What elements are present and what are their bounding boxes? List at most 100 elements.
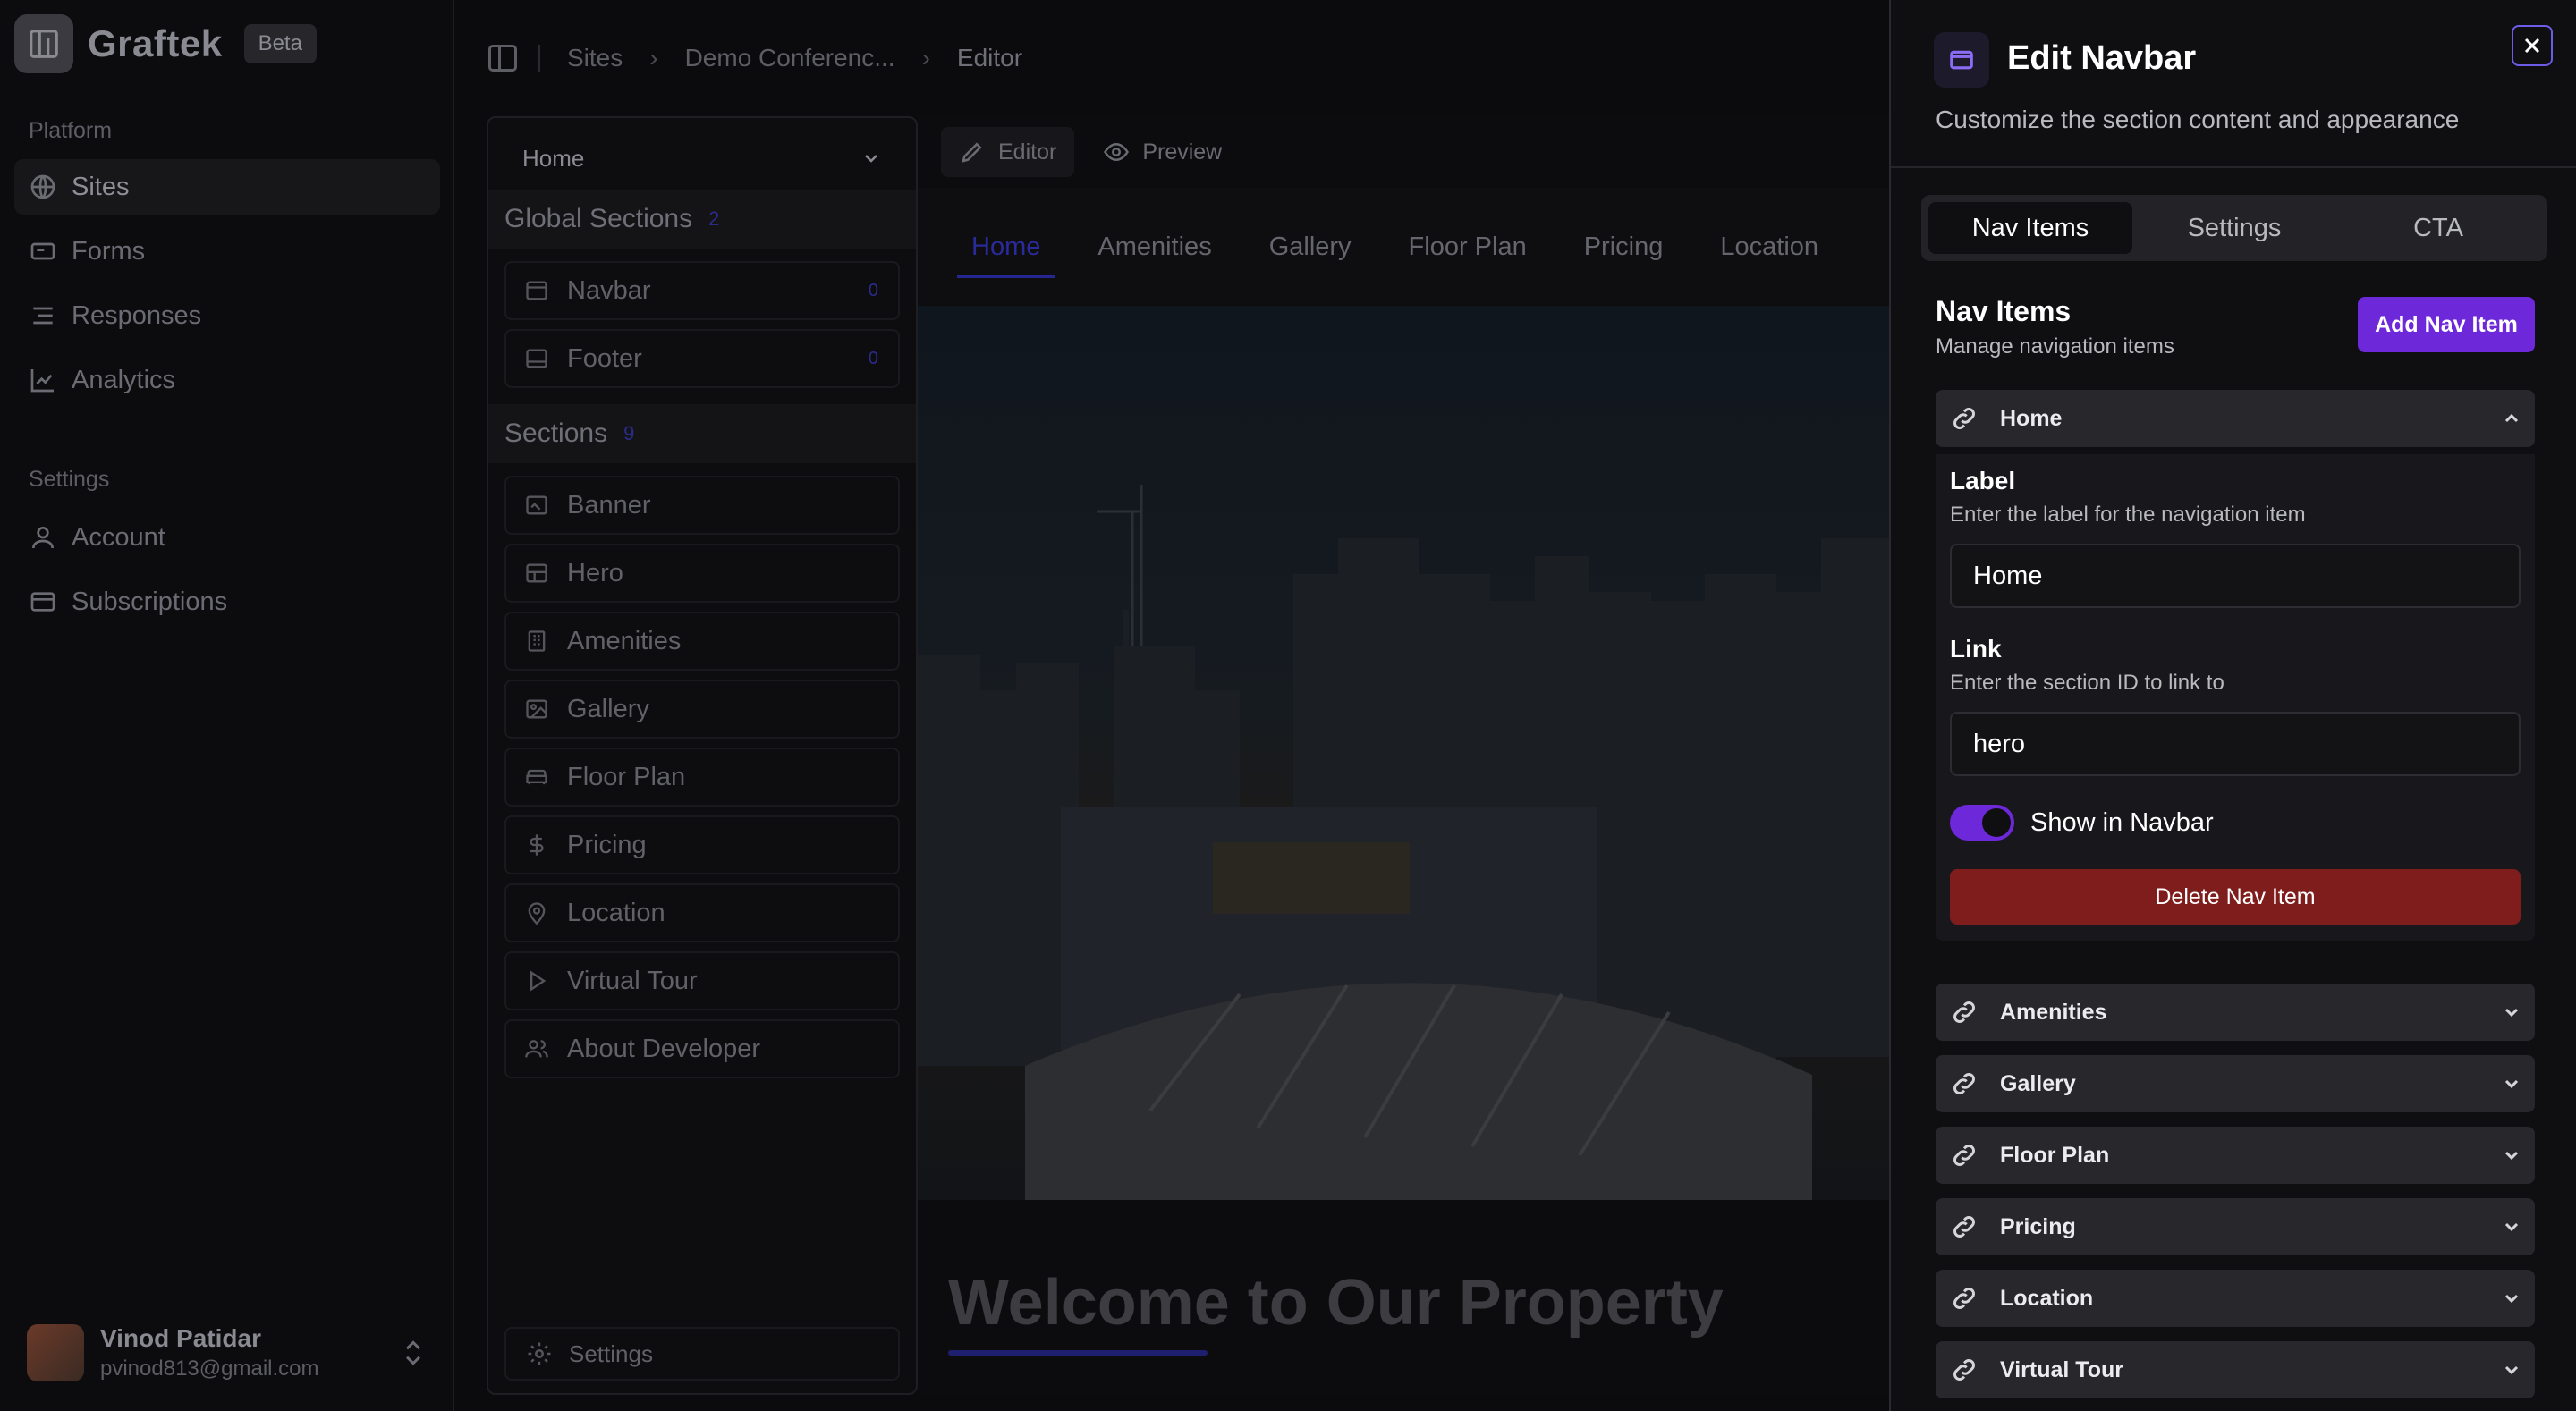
section-item-label: Location [567, 898, 665, 927]
nav-item-title: Virtual Tour [2000, 1356, 2123, 1382]
dollar-icon [530, 834, 544, 856]
divider [538, 45, 540, 72]
add-nav-item-button[interactable]: Add Nav Item [2358, 297, 2535, 352]
label-field-help: Enter the label for the navigation item [1950, 503, 2306, 527]
global-sections-header: Global Sections 2 [488, 190, 916, 249]
nav-item-floor-plan-header[interactable]: Floor Plan [1936, 1127, 2535, 1184]
breadcrumb: Sites › Demo Conferenc... › Editor [567, 44, 1022, 72]
link-icon [1953, 1359, 1975, 1381]
site-nav-floor-plan[interactable]: Floor Plan [1409, 232, 1527, 262]
link-input[interactable]: hero [1950, 712, 2521, 776]
user-icon [32, 527, 54, 549]
chevrons-up-down-icon [405, 1340, 421, 1365]
section-item-about-developer[interactable]: About Developer [504, 1019, 900, 1078]
sidebar-toggle-icon[interactable] [488, 45, 517, 72]
section-item-amenities[interactable]: Amenities [504, 612, 900, 671]
chevron-down-icon [2504, 1079, 2519, 1089]
site-nav-amenities[interactable]: Amenities [1097, 232, 1211, 262]
section-item-banner[interactable]: Banner [504, 476, 900, 535]
global-sections-count: 2 [708, 207, 720, 230]
user-menu[interactable]: Vinod Patidar pvinod813@gmail.com [27, 1323, 426, 1382]
delete-nav-item-button[interactable]: Delete Nav Item [1950, 869, 2521, 925]
nav-item-title: Gallery [2000, 1070, 2076, 1096]
users-icon [525, 1040, 548, 1058]
section-item-label: Pricing [567, 830, 647, 859]
preview-mode-button[interactable]: Preview [1085, 127, 1240, 177]
page-select[interactable]: Home [503, 129, 902, 188]
site-nav-home[interactable]: Home [956, 232, 1055, 278]
nav-items-title: Nav Items [1936, 295, 2072, 327]
close-button[interactable] [2512, 25, 2553, 66]
nav-item-virtual-tour-header[interactable]: Virtual Tour [1936, 1341, 2535, 1398]
panel-settings-button[interactable]: Settings [504, 1327, 900, 1381]
section-item-badge: 0 [868, 280, 878, 300]
section-item-label: Amenities [567, 626, 682, 655]
link-icon [1953, 1001, 1975, 1023]
section-item-label: Navbar [567, 275, 651, 305]
credit-card-icon [30, 592, 55, 612]
section-item-gallery[interactable]: Gallery [504, 680, 900, 739]
chevron-down-icon [2504, 1365, 2519, 1375]
section-item-virtual-tour[interactable]: Virtual Tour [504, 951, 900, 1010]
sidebar-item-analytics[interactable]: Analytics [14, 352, 440, 408]
section-item-label: Footer [567, 343, 642, 373]
section-item-location[interactable]: Location [504, 883, 900, 942]
sidebar-item-account[interactable]: Account [14, 510, 440, 565]
tab-settings[interactable]: Settings [2132, 202, 2336, 254]
section-item-floor-plan[interactable]: Floor Plan [504, 748, 900, 807]
breadcrumb-sites[interactable]: Sites [567, 44, 623, 72]
top-bar: Sites › Demo Conferenc... › Editor [456, 0, 1887, 116]
graftek-logo-icon [14, 14, 73, 73]
site-nav-gallery[interactable]: Gallery [1269, 232, 1352, 262]
brand[interactable]: Graftek Beta [14, 14, 317, 73]
play-icon [530, 970, 547, 992]
section-item-footer[interactable]: Footer 0 [504, 329, 900, 388]
sofa-icon [526, 769, 547, 785]
editor-mode-label: Editor [998, 139, 1057, 165]
chevron-right-icon: › [921, 44, 930, 72]
chevron-down-icon [2504, 1008, 2519, 1018]
breadcrumb-site[interactable]: Demo Conferenc... [685, 44, 895, 72]
section-item-navbar[interactable]: Navbar 0 [504, 261, 900, 320]
sidebar-item-subscriptions[interactable]: Subscriptions [14, 574, 440, 629]
panel-settings-label: Settings [569, 1339, 653, 1367]
show-in-navbar-label: Show in Navbar [2030, 808, 2214, 837]
section-item-pricing[interactable]: Pricing [504, 815, 900, 874]
site-nav-location[interactable]: Location [1720, 232, 1818, 262]
chevron-down-icon [2504, 1222, 2519, 1232]
drawer-title: Edit Navbar [2007, 39, 2197, 77]
nav-item-home-body: Label Enter the label for the navigation… [1936, 454, 2535, 941]
tab-cta[interactable]: CTA [2336, 202, 2540, 254]
sidebar-item-label: Forms [72, 236, 146, 266]
label-field-title: Label [1950, 467, 2016, 494]
page-select-value: Home [522, 144, 585, 172]
nav-item-gallery-header[interactable]: Gallery [1936, 1055, 2535, 1112]
sidebar-item-responses[interactable]: Responses [14, 288, 440, 343]
navbar-window-icon [1934, 32, 1989, 88]
user-name: Vinod Patidar [100, 1324, 261, 1352]
tab-nav-items[interactable]: Nav Items [1928, 202, 2132, 254]
footer-icon [526, 349, 547, 368]
building-icon [528, 630, 546, 652]
sections-title: Sections [504, 418, 608, 448]
list-icon [33, 307, 53, 325]
sections-count: 9 [623, 422, 635, 444]
section-item-hero[interactable]: Hero [504, 544, 900, 603]
section-item-label: About Developer [567, 1034, 761, 1063]
link-icon [1953, 1216, 1975, 1238]
sections-header: Sections 9 [488, 404, 916, 463]
nav-item-location-header[interactable]: Location [1936, 1270, 2535, 1327]
sidebar-item-sites[interactable]: Sites [14, 159, 440, 215]
nav-item-amenities-header[interactable]: Amenities [1936, 984, 2535, 1041]
sidebar-item-forms[interactable]: Forms [14, 224, 440, 279]
nav-item-title: Pricing [2000, 1213, 2076, 1239]
label-input[interactable]: Home [1950, 544, 2521, 608]
site-nav-pricing[interactable]: Pricing [1584, 232, 1664, 262]
show-in-navbar-toggle[interactable] [1950, 805, 2014, 841]
nav-item-pricing-header[interactable]: Pricing [1936, 1198, 2535, 1255]
editor-mode-button[interactable]: Editor [941, 127, 1075, 177]
link-icon [1953, 1073, 1975, 1094]
nav-item-home-header[interactable]: Home [1936, 390, 2535, 447]
section-item-label: Floor Plan [567, 762, 686, 791]
section-item-label: Gallery [567, 694, 649, 723]
